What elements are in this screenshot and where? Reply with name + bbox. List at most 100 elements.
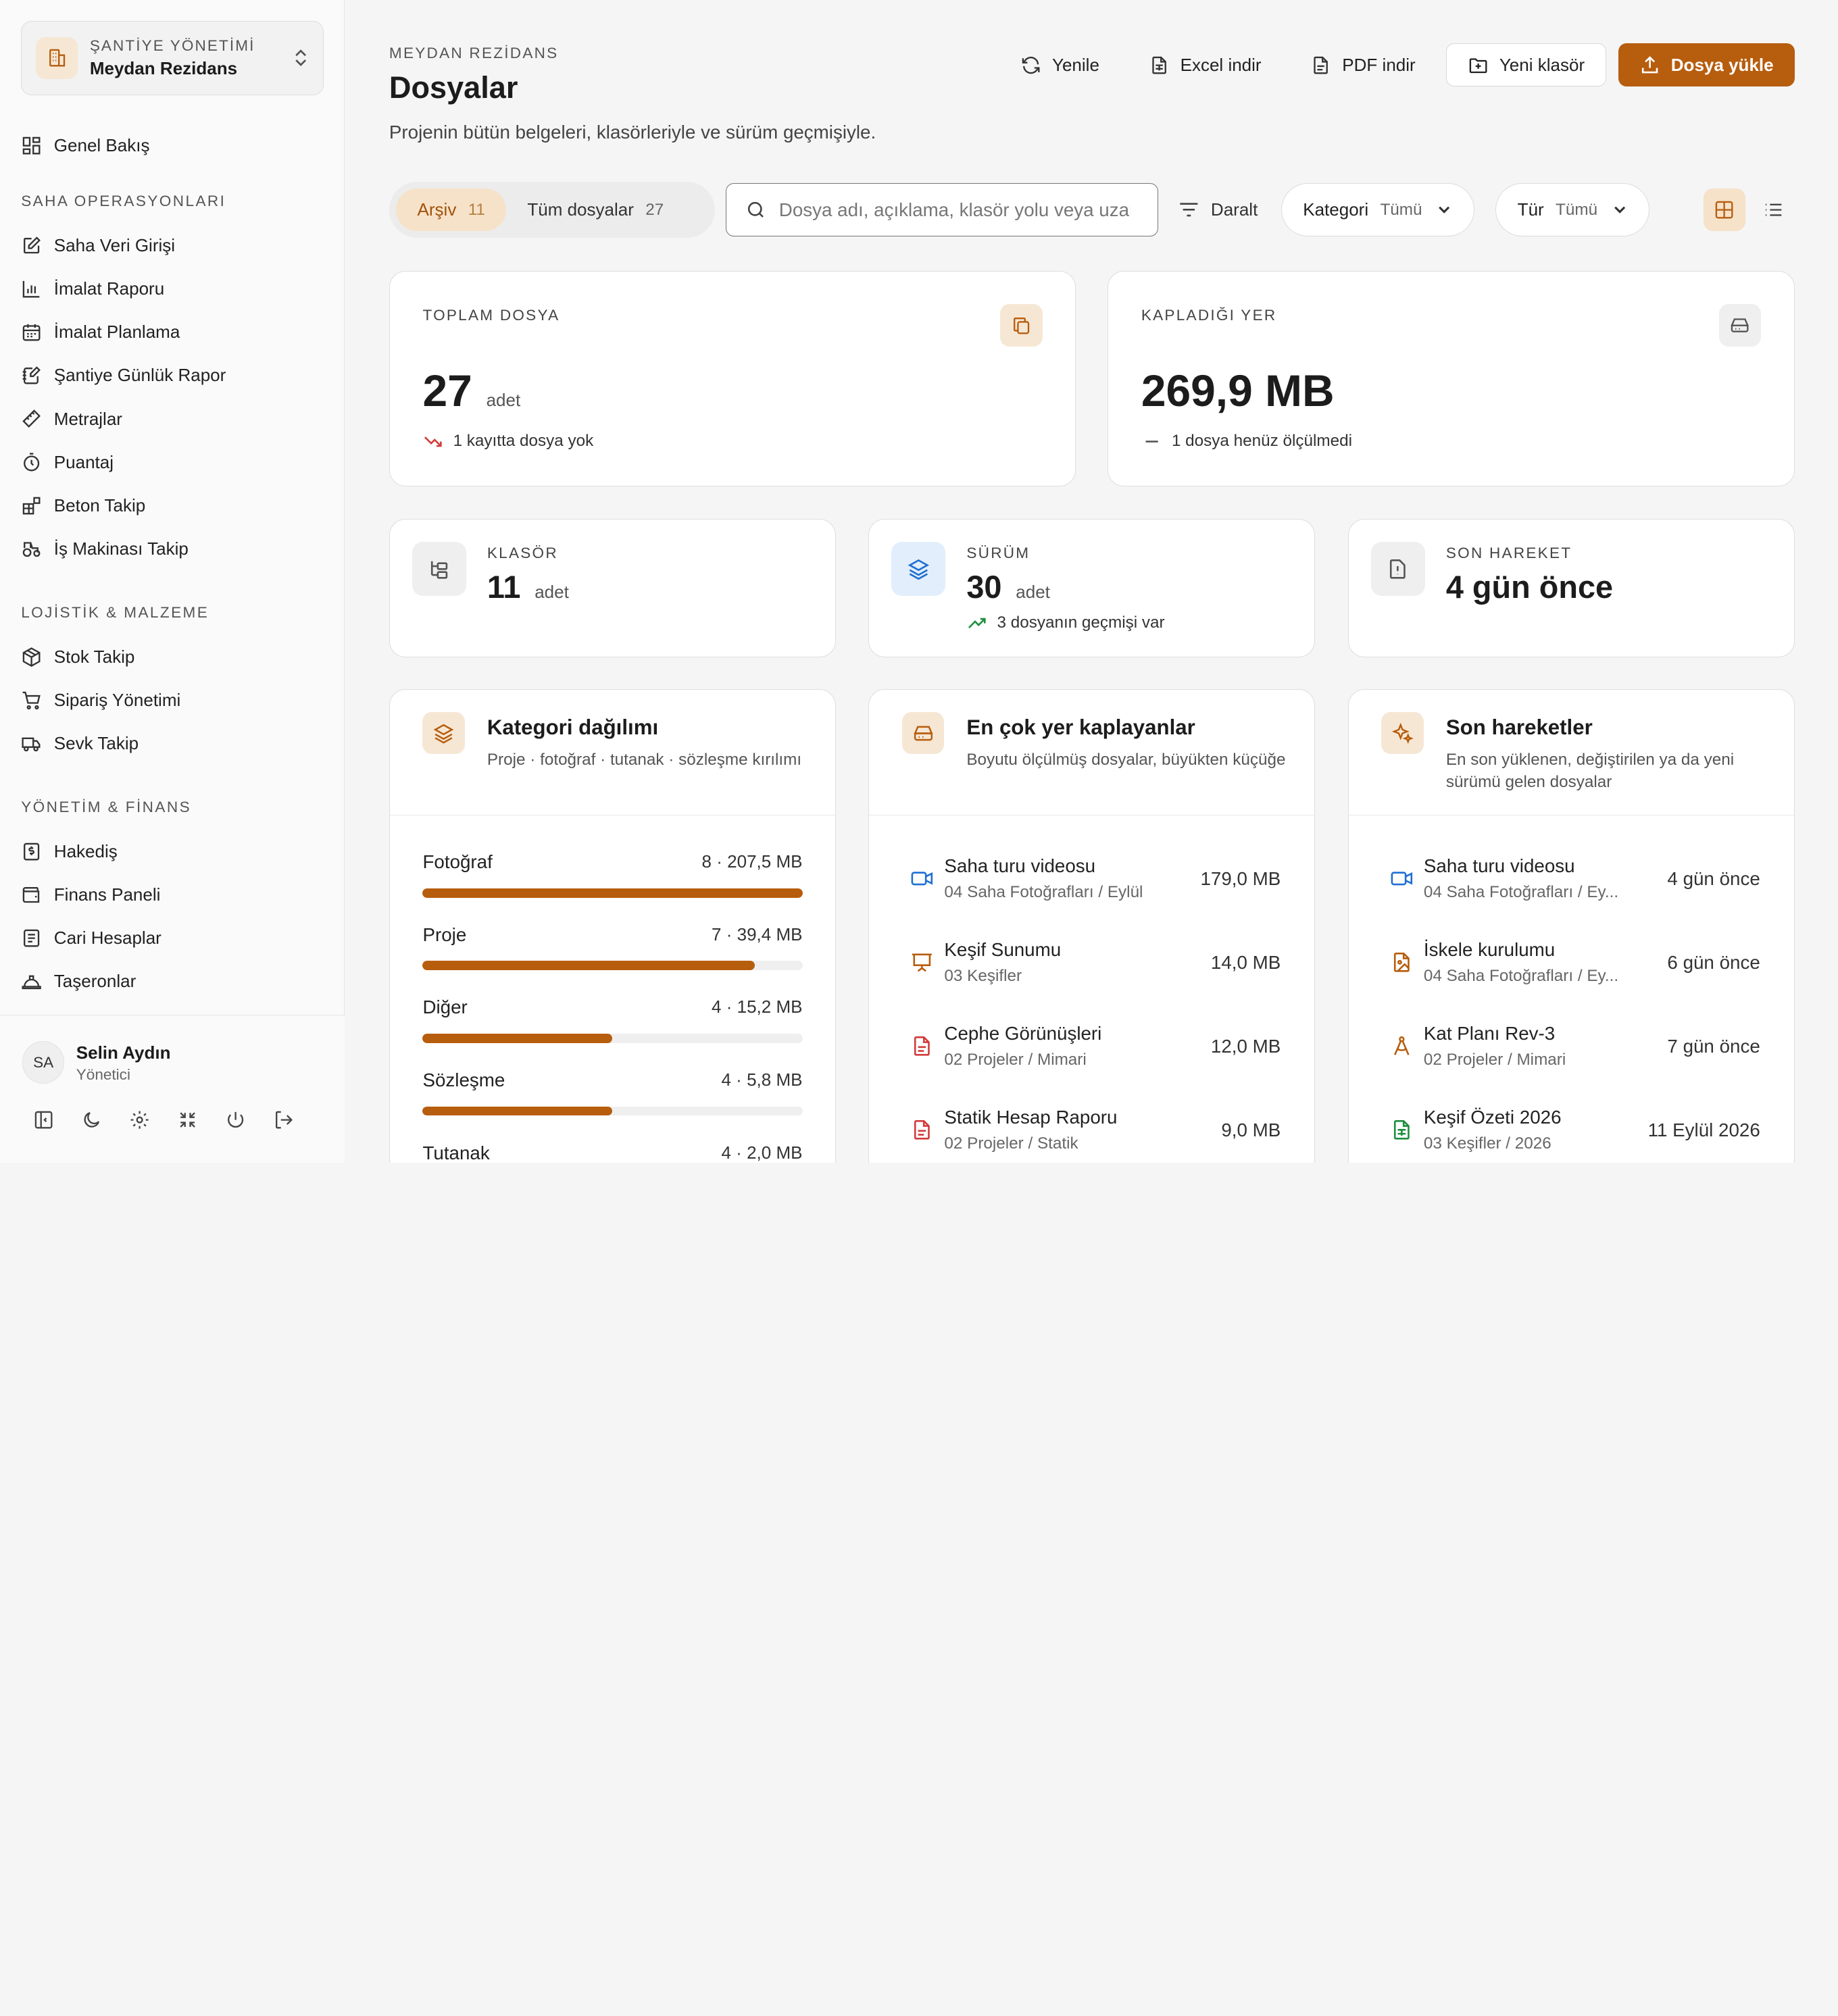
user-name: Selin Aydın — [76, 1042, 171, 1063]
sidebar-item-puantaj[interactable]: Puantaj — [21, 440, 226, 484]
total-files-card: TOPLAM DOSYA 27 adet 1 kayıtta dosya yok — [389, 270, 1076, 486]
excel-download-button[interactable]: Excel indir — [1130, 43, 1280, 86]
sidebar-item-label: Metrajlar — [53, 408, 122, 429]
card-label: TOPLAM DOSYA — [422, 306, 560, 324]
collapse-filters-button[interactable]: Daralt — [1177, 182, 1258, 238]
file-path: 04 Saha Fotoğrafları / Ey... — [1423, 883, 1619, 902]
sidebar-item-is-makinasi[interactable]: İş Makinası Takip — [21, 528, 226, 571]
sidebar-item-gunluk-rapor[interactable]: Şantiye Günlük Rapor — [21, 354, 226, 397]
gear-icon[interactable] — [129, 1109, 150, 1130]
file-path: 02 Projeler / Mimari — [1423, 1051, 1566, 1069]
upload-button[interactable]: Dosya yükle — [1618, 43, 1795, 87]
sidebar-item-label: Finans Paneli — [53, 884, 161, 905]
file-size: 179,0 MB — [1200, 867, 1281, 889]
avatar[interactable]: SA — [22, 1041, 65, 1084]
file-row[interactable]: Cephe Görünüşleri 02 Projeler / Mimari 12,… — [910, 1023, 1281, 1082]
filter-lines-icon — [1179, 203, 1197, 217]
copy-files-icon — [1000, 304, 1043, 347]
sidebar-item-imalat-planlama[interactable]: İmalat Planlama — [21, 311, 226, 354]
category-row: Sözleşme 4 · 5,8 MB — [422, 1069, 803, 1116]
category-bar — [422, 1034, 803, 1043]
card-label: SON HAREKET — [1445, 544, 1572, 561]
truck-icon — [22, 737, 41, 752]
file-row[interactable]: Saha turu videosu 04 Saha Fotoğrafları / … — [1390, 855, 1760, 914]
last-activity-card: SON HAREKET 4 gün önce — [1347, 519, 1795, 658]
sidebar-item-siparis[interactable]: Sipariş Yönetimi — [21, 678, 209, 722]
package-icon — [22, 647, 41, 667]
filter-value: Tümü — [1380, 200, 1422, 219]
sidebar-item-label: İmalat Planlama — [53, 322, 180, 343]
hard-drive-icon — [1718, 304, 1762, 347]
category-meta: 4 · 15,2 MB — [712, 997, 803, 1017]
grid-view-button[interactable] — [1703, 188, 1745, 231]
sidebar-item-saha-veri[interactable]: Saha Veri Girişi — [21, 224, 226, 267]
sidebar-item-genel-bakis[interactable]: Genel Bakış — [21, 124, 150, 168]
sidebar-item-sevk[interactable]: Sevk Takip — [21, 722, 209, 765]
file-row[interactable]: Keşif Özeti 2026 03 Keşifler / 2026 11 Eyl… — [1390, 1107, 1760, 1163]
minimize-icon[interactable] — [177, 1109, 198, 1130]
search-icon — [747, 201, 764, 218]
versions-note: 3 dosyanın geçmişi var — [997, 613, 1165, 632]
pdf-download-button[interactable]: PDF indir — [1292, 43, 1435, 86]
sidebar-item-imalat-raporu[interactable]: İmalat Raporu — [21, 267, 226, 310]
new-folder-button[interactable]: Yeni klasör — [1445, 43, 1607, 87]
file-row[interactable]: Kat Planı Rev-3 02 Projeler / Mimari 7 gün… — [1390, 1023, 1760, 1082]
receipt-icon — [24, 842, 40, 861]
cart-icon — [22, 691, 41, 709]
power-icon[interactable] — [225, 1109, 246, 1130]
sidebar-item-label: Şantiye Günlük Rapor — [53, 365, 226, 386]
tab-label: Arşiv — [417, 199, 457, 220]
chevron-up-down-icon — [295, 49, 306, 67]
sidebar-item-label: Beton Takip — [53, 495, 146, 515]
tab-tum-dosyalar[interactable]: Tüm dosyalar 27 — [506, 188, 685, 230]
category-row: Tutanak 4 · 2,0 MB — [422, 1142, 802, 1163]
category-row: Diğer 4 · 15,2 MB — [422, 997, 803, 1043]
sidebar-item-hakedis[interactable]: Hakediş — [21, 830, 191, 873]
sidebar-item-label: Sevk Takip — [53, 733, 139, 754]
tab-arsiv[interactable]: Arşiv 11 — [396, 188, 507, 231]
presentation-icon — [910, 951, 934, 974]
type-filter-dropdown[interactable]: Tür Tümü — [1495, 182, 1650, 237]
category-filter-dropdown[interactable]: Kategori Tümü — [1281, 182, 1474, 237]
file-row[interactable]: Saha turu videosu 04 Saha Fotoğrafları / … — [910, 855, 1281, 914]
sidebar-item-beton[interactable]: Beton Takip — [21, 484, 226, 527]
category-bar-fill — [422, 1106, 613, 1116]
logout-icon[interactable] — [273, 1109, 294, 1130]
user-panel: SA Selin Aydın Yönetici — [0, 1015, 345, 1163]
layers-icon — [891, 542, 946, 597]
view-tabs: Arşiv 11 Tüm dosyalar 27 — [389, 181, 716, 238]
file-path: 04 Saha Fotoğrafları / Ey... — [1423, 967, 1619, 986]
filter-value: Tümü — [1556, 200, 1598, 219]
search-input[interactable] — [778, 199, 1131, 221]
spreadsheet-file-icon — [1390, 1118, 1414, 1142]
list-view-button[interactable] — [1752, 188, 1794, 230]
sidebar-item-label: Hakediş — [53, 840, 118, 861]
sidebar-item-label: Puantaj — [53, 451, 114, 472]
file-row[interactable]: İskele kurulumu 04 Saha Fotoğrafları / Ey… — [1390, 939, 1760, 998]
file-row[interactable]: Keşif Sunumu 03 Keşifler 14,0 MB — [910, 939, 1281, 998]
sidebar-item-metrajlar[interactable]: Metrajlar — [21, 397, 226, 440]
category-row: Proje 7 · 39,4 MB — [422, 924, 803, 971]
file-name: Cephe Görünüşleri — [944, 1022, 1102, 1044]
sidebar-item-cari[interactable]: Cari Hesaplar — [21, 916, 191, 959]
bar-chart-icon — [22, 280, 40, 298]
file-row[interactable]: Statik Hesap Raporu 02 Projeler / Statik 9… — [910, 1107, 1281, 1163]
category-meta: 4 · 2,0 MB — [721, 1142, 803, 1163]
collapse-label: Daralt — [1210, 199, 1258, 220]
layers-icon — [422, 711, 465, 755]
moon-icon[interactable] — [81, 1109, 102, 1130]
nav-heading-lojistik: LOJİSTİK & MALZEME — [21, 604, 209, 622]
category-name: Proje — [422, 924, 467, 945]
sidebar-item-label: Taşeronlar — [53, 971, 136, 992]
video-icon — [1390, 867, 1414, 890]
refresh-button[interactable]: Yenile — [1001, 43, 1118, 86]
sidebar-item-stok[interactable]: Stok Takip — [21, 635, 209, 678]
sparkles-icon — [1381, 711, 1424, 755]
sidebar-collapse-icon[interactable] — [33, 1109, 54, 1130]
sidebar-item-finans[interactable]: Finans Paneli — [21, 873, 191, 916]
sidebar-item-taseronlar[interactable]: Taşeronlar — [21, 960, 191, 1003]
file-path: 02 Projeler / Mimari — [944, 1051, 1087, 1069]
tab-count: 11 — [468, 200, 485, 219]
project-switcher[interactable]: ŞANTİYE YÖNETİMİ Meydan Rezidans — [21, 21, 324, 95]
category-meta: 8 · 207,5 MB — [701, 851, 803, 872]
